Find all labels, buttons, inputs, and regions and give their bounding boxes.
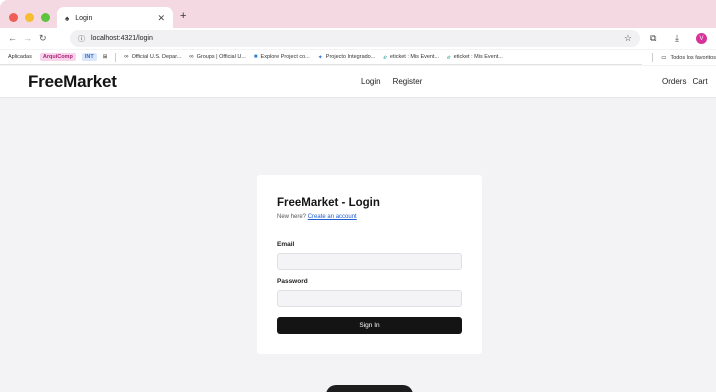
login-subtitle: New here? Create an account bbox=[277, 214, 357, 220]
minimize-window-button[interactable] bbox=[25, 13, 34, 22]
astro-favicon-icon: ♠ bbox=[65, 13, 70, 23]
profile-avatar[interactable]: V bbox=[696, 33, 707, 44]
bookmark-aplicadas[interactable]: Aplicadas bbox=[8, 54, 32, 60]
new-tab-icon[interactable]: + bbox=[180, 11, 186, 22]
browser-toolbar: ← → ↻ ⓘ localhost:4321/login ☆ ⧉ ⤓ V bbox=[0, 28, 716, 49]
bookmark-eticket-1[interactable]: ℯ eticket : Mis Event... bbox=[383, 54, 439, 61]
password-label: Password bbox=[277, 278, 308, 285]
page-content: FreeMarket - Login New here? Create an a… bbox=[0, 99, 716, 392]
window-controls bbox=[9, 13, 50, 22]
bookmark-arquicomp[interactable]: ArquiComp bbox=[39, 53, 76, 61]
apps-grid-icon[interactable]: ⊞ bbox=[103, 54, 108, 60]
forward-icon[interactable]: → bbox=[23, 32, 32, 44]
bookmark-official-us[interactable]: ∞ Official U.S. Depar... bbox=[124, 54, 181, 60]
site-info-icon[interactable]: ⓘ bbox=[78, 34, 85, 44]
pin-icon: ✦ bbox=[317, 54, 323, 61]
bookmark-groups[interactable]: ∞ Groups | Official U... bbox=[189, 54, 246, 60]
bookmark-int[interactable]: INT bbox=[81, 53, 97, 61]
tab-login[interactable]: ♠ Login ✕ bbox=[57, 7, 173, 29]
eticket-icon: ℯ bbox=[447, 54, 451, 61]
bookmarks-separator bbox=[652, 53, 654, 62]
bookmark-explore-project[interactable]: ■ Explore Project co... bbox=[254, 54, 310, 60]
all-bookmarks[interactable]: ▭ Todos los favoritos bbox=[642, 50, 716, 65]
link-icon: ∞ bbox=[189, 54, 194, 60]
email-field[interactable] bbox=[277, 253, 462, 270]
back-icon[interactable]: ← bbox=[8, 32, 17, 44]
sign-in-button[interactable]: Sign In bbox=[277, 317, 462, 334]
create-account-link[interactable]: Create an account bbox=[308, 214, 357, 220]
floating-toolbar[interactable] bbox=[326, 385, 413, 392]
browser-window: ♠ Login ✕ + ← → ↻ ⓘ localhost:4321/login… bbox=[0, 0, 716, 392]
link-icon: ∞ bbox=[124, 54, 129, 60]
login-title: FreeMarket - Login bbox=[277, 197, 380, 209]
user-nav: Orders Cart bbox=[662, 77, 708, 86]
tab-title: Login bbox=[75, 14, 93, 22]
app-header: FreeMarket Login Register Orders Cart bbox=[0, 66, 716, 98]
close-tab-icon[interactable]: ✕ bbox=[157, 13, 165, 24]
project-icon: ■ bbox=[253, 54, 258, 60]
bookmark-projecto-integrado[interactable]: ✦ Projecto Integrado... bbox=[318, 54, 376, 61]
bookmark-label: Official U.S. Depar... bbox=[131, 54, 182, 60]
bookmark-label: Projecto Integrado... bbox=[325, 54, 376, 60]
bookmark-label: eticket : Mis Event... bbox=[453, 54, 503, 60]
auth-nav: Login Register bbox=[361, 77, 422, 86]
download-icon[interactable]: ⤓ bbox=[675, 32, 679, 44]
reload-icon[interactable]: ↻ bbox=[39, 32, 47, 44]
bookmark-label: eticket : Mis Event... bbox=[389, 54, 440, 60]
all-bookmarks-label: Todos los favoritos bbox=[670, 54, 716, 61]
bookmark-label: Groups | Official U... bbox=[196, 54, 246, 60]
nav-register-link[interactable]: Register bbox=[393, 77, 423, 86]
extensions-icon[interactable]: ⧉ bbox=[650, 32, 656, 44]
bookmark-label: Explore Project co... bbox=[260, 54, 310, 60]
bookmark-eticket-2[interactable]: ℯ eticket : Mis Event... bbox=[447, 54, 503, 61]
address-url: localhost:4321/login bbox=[91, 35, 153, 42]
nav-orders-link[interactable]: Orders bbox=[662, 77, 686, 86]
close-window-button[interactable] bbox=[9, 13, 18, 22]
eticket-icon: ℯ bbox=[383, 54, 387, 61]
new-here-text: New here? bbox=[277, 214, 307, 220]
bookmarks-separator bbox=[115, 52, 117, 62]
email-label: Email bbox=[277, 241, 295, 248]
folder-icon: ▭ bbox=[661, 54, 667, 61]
maximize-window-button[interactable] bbox=[41, 13, 50, 22]
bookmark-star-icon[interactable]: ☆ bbox=[624, 33, 632, 44]
brand-logo[interactable]: FreeMarket bbox=[28, 72, 117, 92]
nav-cart-link[interactable]: Cart bbox=[692, 77, 707, 86]
address-bar[interactable]: ⓘ localhost:4321/login ☆ bbox=[70, 30, 640, 47]
password-field[interactable] bbox=[277, 290, 462, 307]
bookmarks-bar: Aplicadas ArquiComp INT ⊞ ∞ Official U.S.… bbox=[0, 50, 716, 65]
nav-login-link[interactable]: Login bbox=[361, 77, 381, 86]
login-card: FreeMarket - Login New here? Create an a… bbox=[257, 175, 482, 354]
